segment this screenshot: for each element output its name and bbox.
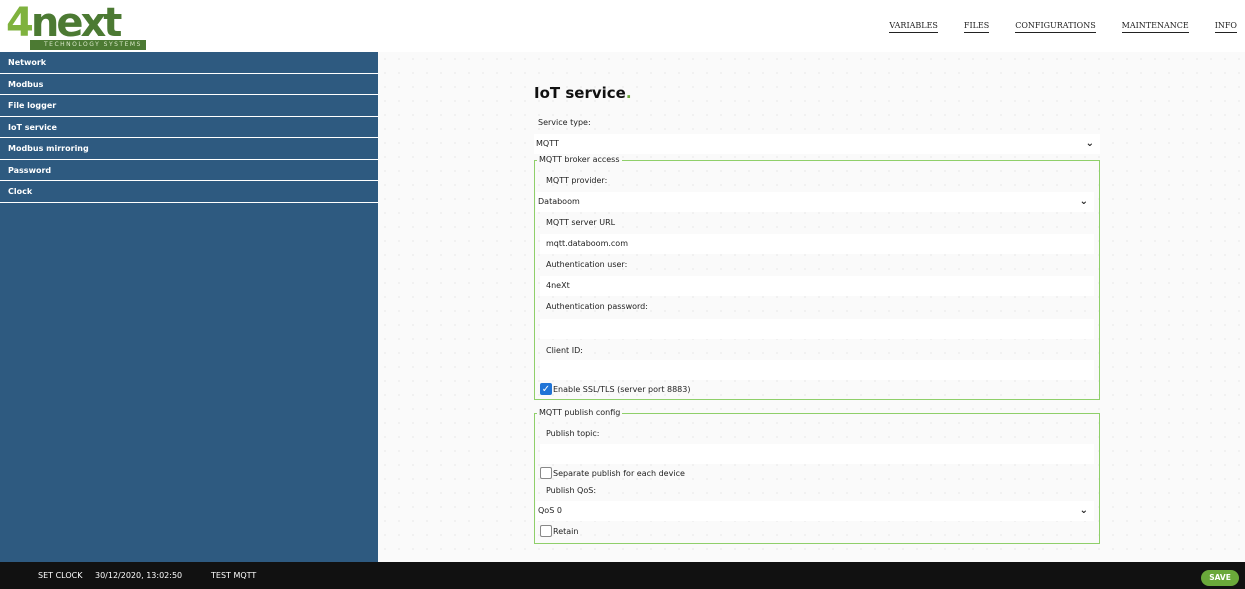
save-button[interactable]: SAVE: [1201, 570, 1239, 586]
nav-info[interactable]: INFO: [1214, 21, 1237, 33]
mqtt-broker-legend: MQTT broker access: [537, 155, 622, 164]
retain-checkbox[interactable]: [540, 525, 552, 537]
sidebar: Network Modbus File logger IoT service M…: [0, 52, 378, 562]
top-bar: 4next TECHNOLOGY SYSTEMS VARIABLES FILES…: [0, 0, 1245, 52]
nav-files[interactable]: FILES: [963, 21, 990, 33]
ssl-checkbox[interactable]: ✓: [540, 383, 552, 395]
test-mqtt-button[interactable]: TEST MQTT: [211, 571, 256, 580]
sidebar-item-modbus-mirroring[interactable]: Modbus mirroring: [0, 138, 378, 160]
mqtt-server-url-label: MQTT server URL: [546, 218, 616, 227]
sidebar-item-network[interactable]: Network: [0, 52, 378, 74]
publish-qos-select[interactable]: QoS 0 ⌄: [536, 501, 1094, 521]
separate-publish-checkbox[interactable]: [540, 467, 552, 479]
service-type-value: MQTT: [536, 139, 559, 148]
mqtt-broker-fieldset: MQTT broker access MQTT provider: Databo…: [534, 155, 1100, 400]
chevron-down-icon: ⌄: [1079, 505, 1088, 516]
sidebar-item-clock[interactable]: Clock: [0, 181, 378, 203]
nav-variables[interactable]: VARIABLES: [889, 21, 938, 33]
set-clock-button[interactable]: SET CLOCK: [38, 571, 82, 580]
mqtt-publish-legend: MQTT publish config: [537, 408, 623, 417]
sidebar-item-iot-service[interactable]: IoT service: [0, 117, 378, 138]
page-title: IoT service.: [534, 84, 632, 102]
page-title-text: IoT service: [534, 84, 626, 102]
mqtt-provider-value: Databoom: [538, 197, 580, 206]
footer-bar: SET CLOCK 30/12/2020, 13:02:50 TEST MQTT…: [0, 562, 1245, 589]
mqtt-publish-fieldset: MQTT publish config Publish topic: Separ…: [534, 408, 1100, 544]
service-type-select[interactable]: MQTT ⌄: [534, 134, 1100, 154]
main-panel: IoT service. Service type: MQTT ⌄ MQTT b…: [378, 52, 1245, 562]
publish-qos-label: Publish QoS:: [546, 486, 597, 495]
brand-logo[interactable]: 4next TECHNOLOGY SYSTEMS: [6, 0, 146, 50]
publish-topic-label: Publish topic:: [546, 429, 600, 438]
separate-publish-label: Separate publish for each device: [553, 469, 685, 478]
page-title-dot: .: [625, 84, 632, 102]
mqtt-server-url-input[interactable]: mqtt.databoom.com: [540, 234, 1094, 254]
logo-tagline: TECHNOLOGY SYSTEMS: [30, 40, 146, 50]
sidebar-item-password[interactable]: Password: [0, 160, 378, 181]
auth-user-label: Authentication user:: [546, 260, 628, 269]
client-id-label: Client ID:: [546, 346, 583, 355]
top-navigation: VARIABLES FILES CONFIGURATIONS MAINTENAN…: [889, 21, 1245, 33]
chevron-down-icon: ⌄: [1079, 196, 1088, 207]
retain-label: Retain: [553, 527, 579, 536]
mqtt-provider-select[interactable]: Databoom ⌄: [536, 192, 1094, 212]
auth-user-input[interactable]: 4neXt: [540, 276, 1094, 296]
nav-maintenance[interactable]: MAINTENANCE: [1121, 21, 1189, 33]
current-datetime: 30/12/2020, 13:02:50: [95, 571, 183, 580]
sidebar-item-modbus[interactable]: Modbus: [0, 74, 378, 95]
chevron-down-icon: ⌄: [1085, 138, 1094, 149]
publish-qos-value: QoS 0: [538, 506, 562, 515]
auth-password-input[interactable]: [540, 319, 1094, 339]
nav-configurations[interactable]: CONFIGURATIONS: [1015, 21, 1096, 33]
mqtt-provider-label: MQTT provider:: [546, 176, 608, 185]
sidebar-item-file-logger[interactable]: File logger: [0, 95, 378, 117]
ssl-label: Enable SSL/TLS (server port 8883): [553, 385, 691, 394]
publish-topic-input[interactable]: [540, 444, 1094, 464]
service-type-label: Service type:: [538, 118, 591, 127]
auth-password-label: Authentication password:: [546, 302, 648, 311]
client-id-input[interactable]: [540, 360, 1094, 380]
